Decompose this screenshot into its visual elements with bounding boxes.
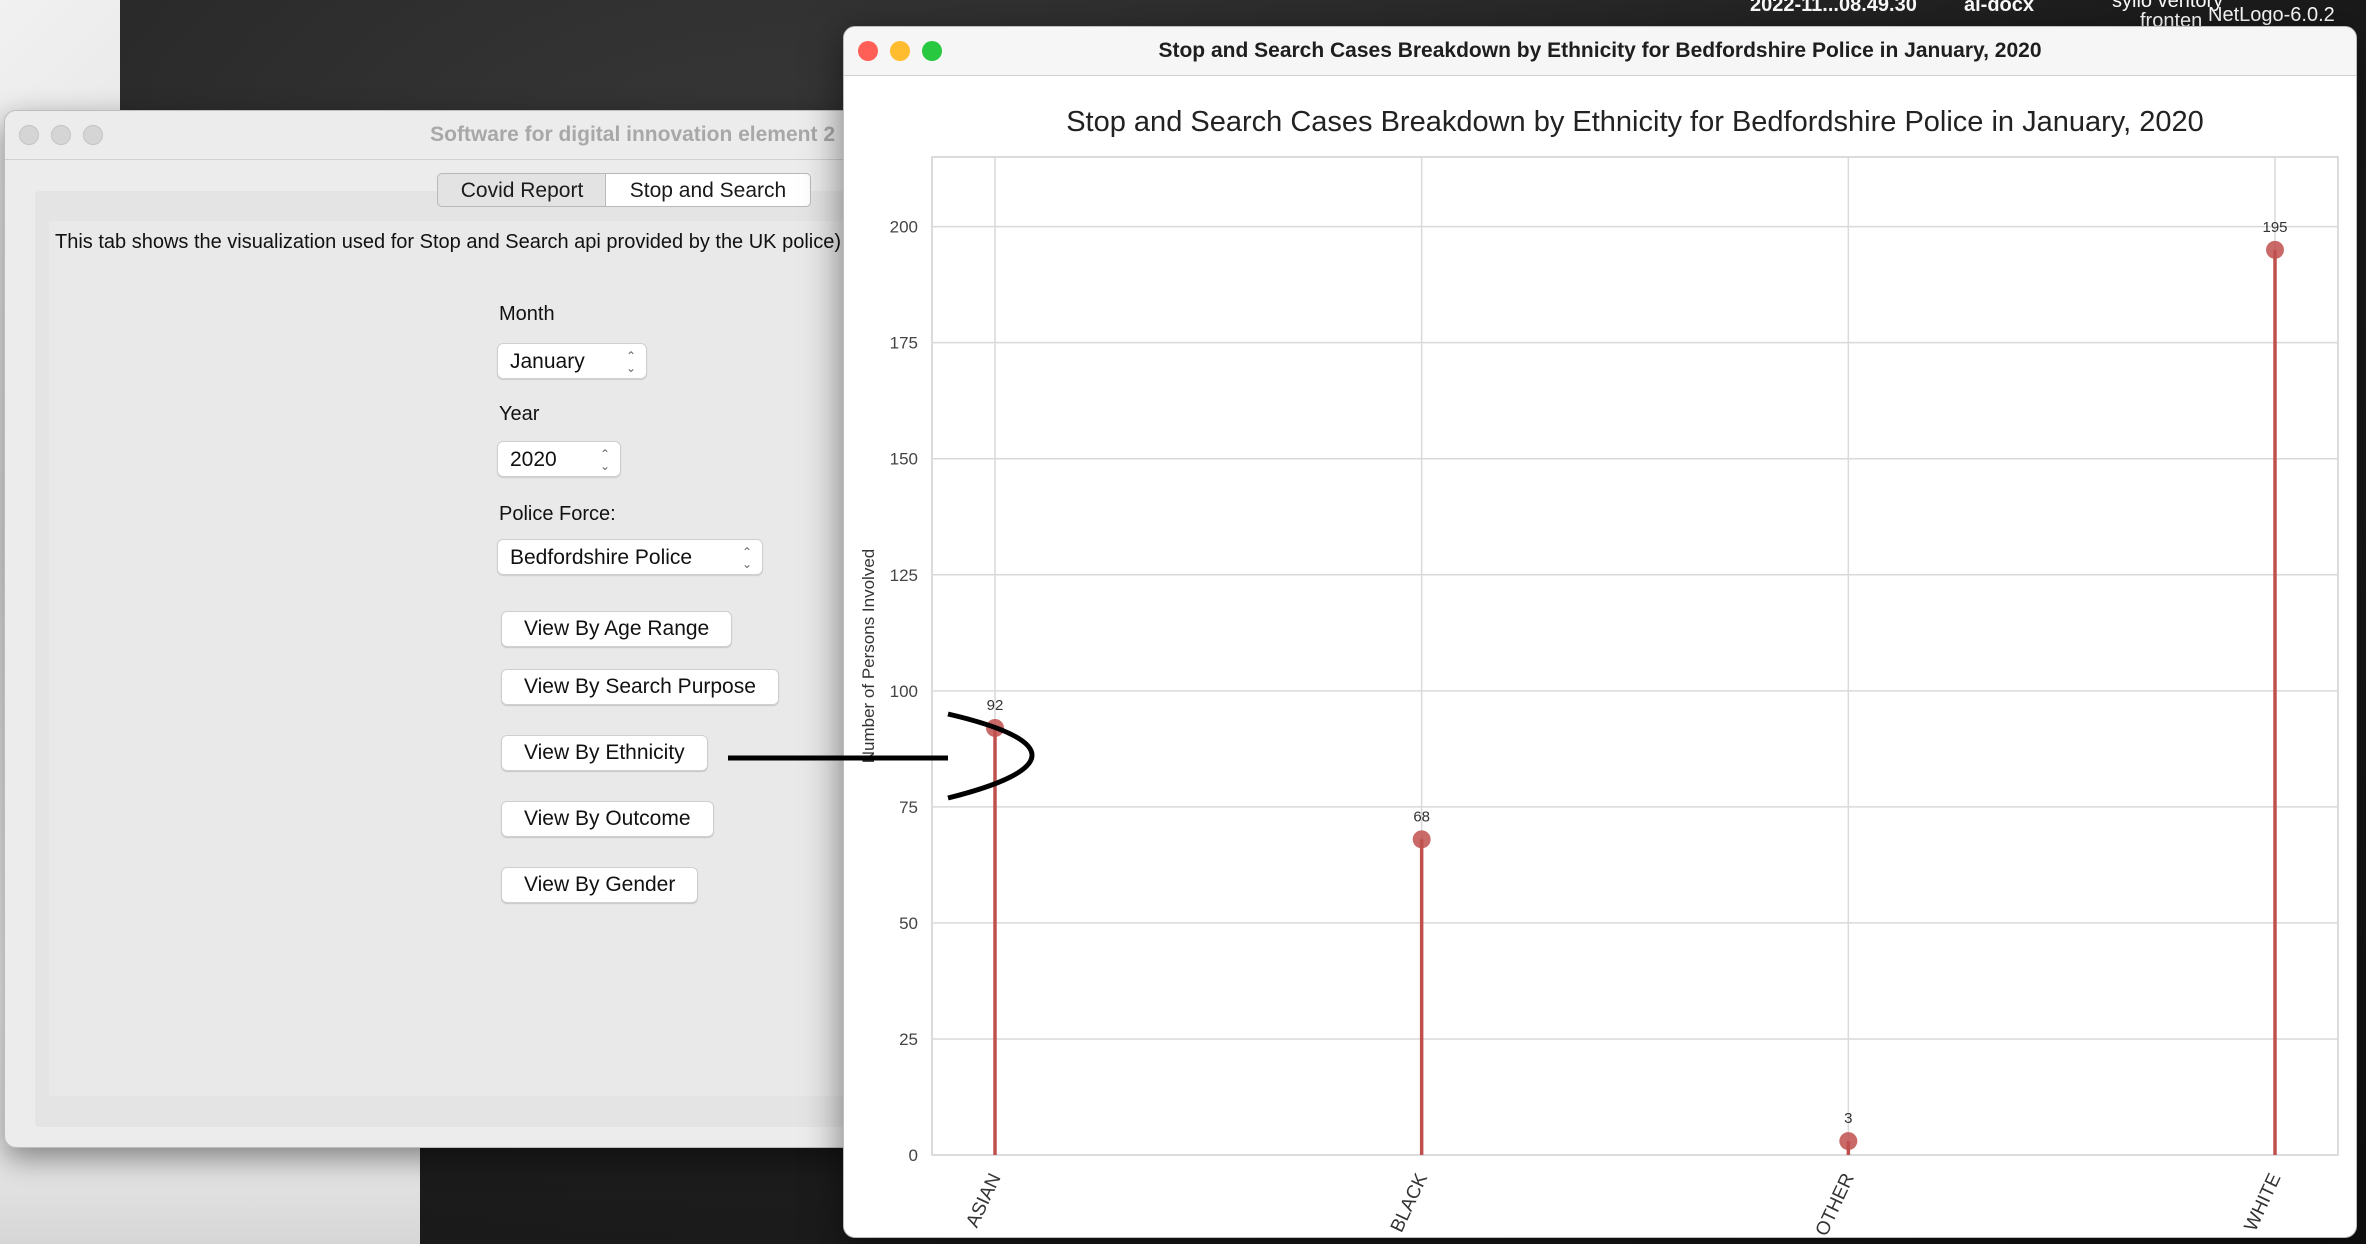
x-tick-label: WHITE bbox=[2241, 1170, 2286, 1234]
tab-panel bbox=[35, 191, 885, 1127]
view-by-outcome-button[interactable]: View By Outcome bbox=[501, 801, 714, 837]
chevron-updown-icon: ⌃ ⌄ bbox=[625, 349, 636, 375]
y-tick-label: 50 bbox=[899, 914, 918, 933]
desktop-file-label[interactable]: 2022-11...08.49.30 bbox=[1750, 0, 1917, 17]
lollipop-point bbox=[1412, 830, 1431, 849]
x-tick-label: OTHER bbox=[1812, 1170, 1859, 1237]
main-window-titlebar[interactable]: Software for digital innovation element … bbox=[5, 111, 885, 160]
y-tick-label: 200 bbox=[890, 218, 918, 237]
chevron-updown-icon: ⌃ ⌄ bbox=[599, 447, 610, 473]
view-by-gender-button[interactable]: View By Gender bbox=[501, 867, 699, 903]
tab-covid-report[interactable]: Covid Report bbox=[437, 173, 607, 207]
month-label: Month bbox=[499, 303, 555, 325]
y-tick-label: 0 bbox=[909, 1146, 918, 1165]
month-value: January bbox=[510, 350, 585, 373]
year-value: 2020 bbox=[510, 448, 557, 471]
x-tick-label: BLACK bbox=[1387, 1170, 1433, 1236]
police-force-label: Police Force: bbox=[499, 503, 616, 525]
y-tick-label: 25 bbox=[899, 1030, 918, 1049]
chart-window: Stop and Search Cases Breakdown by Ethni… bbox=[843, 26, 2357, 1238]
desktop-file-label[interactable]: al-docx bbox=[1964, 0, 2034, 17]
desktop-file-label[interactable]: NetLogo-6.0.2 bbox=[2208, 4, 2335, 27]
chart-title: Stop and Search Cases Breakdown by Ethni… bbox=[1066, 106, 2204, 138]
desktop-wallpaper-bottom bbox=[0, 1146, 420, 1244]
data-label: 68 bbox=[1413, 808, 1430, 825]
main-app-window: Software for digital innovation element … bbox=[4, 110, 886, 1148]
year-select[interactable]: 2020 ⌃ ⌄ bbox=[497, 441, 621, 477]
year-label: Year bbox=[499, 403, 540, 425]
view-by-age-range-button[interactable]: View By Age Range bbox=[501, 611, 733, 647]
tab-content bbox=[49, 221, 885, 1096]
tab-stop-and-search[interactable]: Stop and Search bbox=[605, 173, 811, 207]
y-tick-label: 150 bbox=[890, 450, 918, 469]
window-title: Stop and Search Cases Breakdown by Ethni… bbox=[1158, 39, 2042, 62]
view-by-search-purpose-button[interactable]: View By Search Purpose bbox=[501, 669, 779, 705]
data-label: 3 bbox=[1844, 1110, 1852, 1127]
x-tick-label: ASIAN bbox=[962, 1170, 1005, 1231]
lollipop-point bbox=[2266, 240, 2284, 259]
plot-area bbox=[931, 156, 2339, 1156]
police-force-value: Bedfordshire Police bbox=[510, 546, 693, 569]
data-label: 195 bbox=[2262, 219, 2287, 236]
police-force-select[interactable]: Bedfordshire Police ⌃ ⌄ bbox=[497, 539, 763, 575]
y-tick-label: 125 bbox=[890, 566, 918, 585]
data-label: 92 bbox=[987, 697, 1004, 714]
y-tick-label: 175 bbox=[890, 334, 918, 353]
month-select[interactable]: January ⌃ ⌄ bbox=[497, 343, 647, 379]
y-axis-label: Number of Persons Involved bbox=[859, 549, 878, 764]
y-tick-label: 100 bbox=[890, 682, 918, 701]
chevron-updown-icon: ⌃ ⌄ bbox=[741, 545, 752, 571]
lollipop-point bbox=[986, 718, 1004, 737]
lollipop-point bbox=[1839, 1132, 1858, 1151]
chart-window-titlebar[interactable]: Stop and Search Cases Breakdown by Ethni… bbox=[844, 27, 2356, 76]
view-by-ethnicity-button[interactable]: View By Ethnicity bbox=[501, 735, 708, 771]
y-tick-label: 75 bbox=[899, 798, 918, 817]
chart-canvas: Stop and Search Cases Breakdown by Ethni… bbox=[859, 106, 2339, 1237]
window-title: Software for digital innovation element … bbox=[430, 123, 835, 146]
tab-description: This tab shows the visualization used fo… bbox=[55, 231, 841, 253]
